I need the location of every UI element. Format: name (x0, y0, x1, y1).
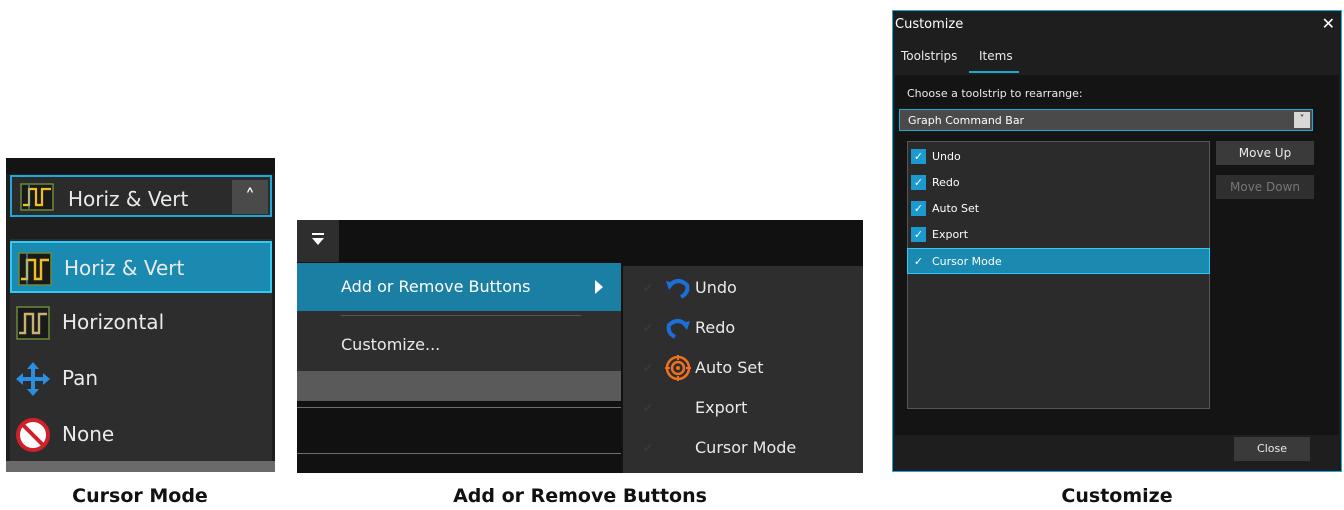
check-icon: ✔ (643, 401, 654, 415)
menu-background-row (297, 371, 621, 401)
checkbox-checked[interactable]: ✓ (911, 227, 926, 242)
checkbox-checked[interactable]: ✓ (911, 175, 926, 190)
active-tab-indicator (969, 71, 1019, 73)
caption-add-remove: Add or Remove Buttons (453, 485, 707, 507)
close-icon[interactable]: ✕ (1322, 14, 1335, 33)
background-strip (6, 461, 275, 472)
list-item-undo[interactable]: ✓ Undo (908, 144, 1209, 170)
submenu-item-undo[interactable]: ✔ Undo (623, 268, 863, 308)
move-up-button[interactable]: Move Up (1216, 141, 1314, 165)
add-remove-submenu: ✔ Undo ✔ Redo ✔ Auto Set ✔ Export ✔ Curs… (623, 266, 863, 473)
cursor-mode-dropdown: Horiz & Vert Horizontal Pan None (10, 239, 272, 469)
items-tab-content: Choose a toolstrip to rearrange: Graph C… (895, 75, 1339, 435)
undo-icon (666, 279, 690, 299)
dropdown-triangle-icon (312, 233, 324, 245)
submenu-item-label: Cursor Mode (695, 438, 797, 457)
tab-toolstrips[interactable]: Toolstrips (901, 49, 957, 63)
menu-item-customize[interactable]: Customize... (341, 335, 440, 354)
toolstrip-select[interactable]: Graph Command Bar ˅ (899, 109, 1313, 131)
move-down-button[interactable]: Move Down (1216, 175, 1314, 199)
check-icon: ✔ (643, 441, 654, 455)
list-item-label: Redo (932, 176, 960, 189)
list-item-label: Export (932, 228, 969, 241)
toolbar-overflow-button[interactable] (297, 220, 339, 262)
menu-item-label: None (62, 422, 115, 446)
menu-item-label: Add or Remove Buttons (341, 277, 531, 296)
caption-cursor-mode: Cursor Mode (72, 485, 208, 507)
list-item-cursor-mode[interactable]: ✓ Cursor Mode (907, 248, 1210, 274)
list-item-auto-set[interactable]: ✓ Auto Set (908, 196, 1209, 222)
list-item-label: Cursor Mode (932, 255, 1002, 268)
list-item-label: Auto Set (932, 202, 980, 215)
check-icon: ✔ (643, 361, 654, 375)
menu-item-horizontal[interactable]: Horizontal (10, 297, 272, 349)
select-value: Graph Command Bar (908, 114, 1025, 127)
chevron-up-icon[interactable]: ˄ (232, 180, 268, 214)
list-item-redo[interactable]: ✓ Redo (908, 170, 1209, 196)
checkbox-checked[interactable]: ✓ (911, 149, 926, 164)
menu-separator (341, 315, 581, 316)
chevron-down-icon[interactable]: ˅ (1294, 112, 1310, 128)
list-item-label: Undo (932, 150, 961, 163)
horiz-vert-cursor-icon (18, 252, 52, 286)
cursor-mode-combo[interactable]: Horiz & Vert ˄ (10, 175, 272, 217)
auto-set-target-icon (665, 355, 691, 381)
cursor-mode-panel: Horiz & Vert ˄ Horiz & Vert Horizontal P… (6, 158, 275, 472)
checkbox-checked[interactable]: ✓ (911, 201, 926, 216)
submenu-item-label: Undo (695, 278, 737, 297)
divider-line (297, 407, 621, 408)
check-icon: ✔ (643, 321, 654, 335)
menu-item-label: Horizontal (62, 310, 165, 334)
redo-icon (666, 319, 690, 339)
add-remove-panel: Add or Remove Buttons Customize... ✔ Und… (297, 220, 863, 473)
close-button[interactable]: Close (1234, 437, 1310, 461)
checkbox-checked[interactable]: ✓ (911, 254, 926, 269)
horizontal-cursor-icon (16, 306, 50, 340)
menu-item-label: Horiz & Vert (64, 256, 185, 280)
menu-item-none[interactable]: None (10, 409, 272, 461)
pan-arrows-icon (16, 362, 50, 396)
toolstrip-prompt: Choose a toolstrip to rearrange: (907, 87, 1083, 100)
menu-item-label: Pan (62, 366, 99, 390)
horiz-vert-cursor-icon (20, 183, 54, 211)
submenu-item-redo[interactable]: ✔ Redo (623, 308, 863, 348)
no-entry-icon (16, 418, 50, 452)
check-icon: ✔ (643, 281, 654, 295)
submenu-item-label: Redo (695, 318, 736, 337)
divider-line (297, 453, 621, 454)
submenu-item-cursor-mode[interactable]: ✔ Cursor Mode (623, 428, 863, 468)
menu-item-horiz-vert[interactable]: Horiz & Vert (10, 241, 272, 293)
customize-dialog: Customize ✕ Toolstrips Items Choose a to… (892, 10, 1342, 472)
submenu-item-auto-set[interactable]: ✔ Auto Set (623, 348, 863, 388)
combo-label: Horiz & Vert (68, 187, 189, 211)
caption-customize: Customize (1061, 485, 1173, 507)
dialog-title: Customize (895, 17, 964, 32)
submenu-arrow-icon (595, 280, 603, 294)
items-list: ✓ Undo ✓ Redo ✓ Auto Set ✓ Export ✓ Curs… (907, 141, 1210, 409)
list-item-export[interactable]: ✓ Export (908, 222, 1209, 248)
menu-item-pan[interactable]: Pan (10, 353, 272, 405)
tab-items[interactable]: Items (979, 49, 1013, 63)
overflow-menu: Add or Remove Buttons Customize... (297, 263, 621, 401)
submenu-item-label: Auto Set (695, 358, 764, 377)
submenu-item-export[interactable]: ✔ Export (623, 388, 863, 428)
menu-item-add-remove-buttons[interactable]: Add or Remove Buttons (297, 263, 621, 311)
submenu-item-label: Export (695, 398, 748, 417)
tab-bar: Toolstrips Items (893, 43, 1341, 73)
toolbar-strip (6, 158, 275, 174)
